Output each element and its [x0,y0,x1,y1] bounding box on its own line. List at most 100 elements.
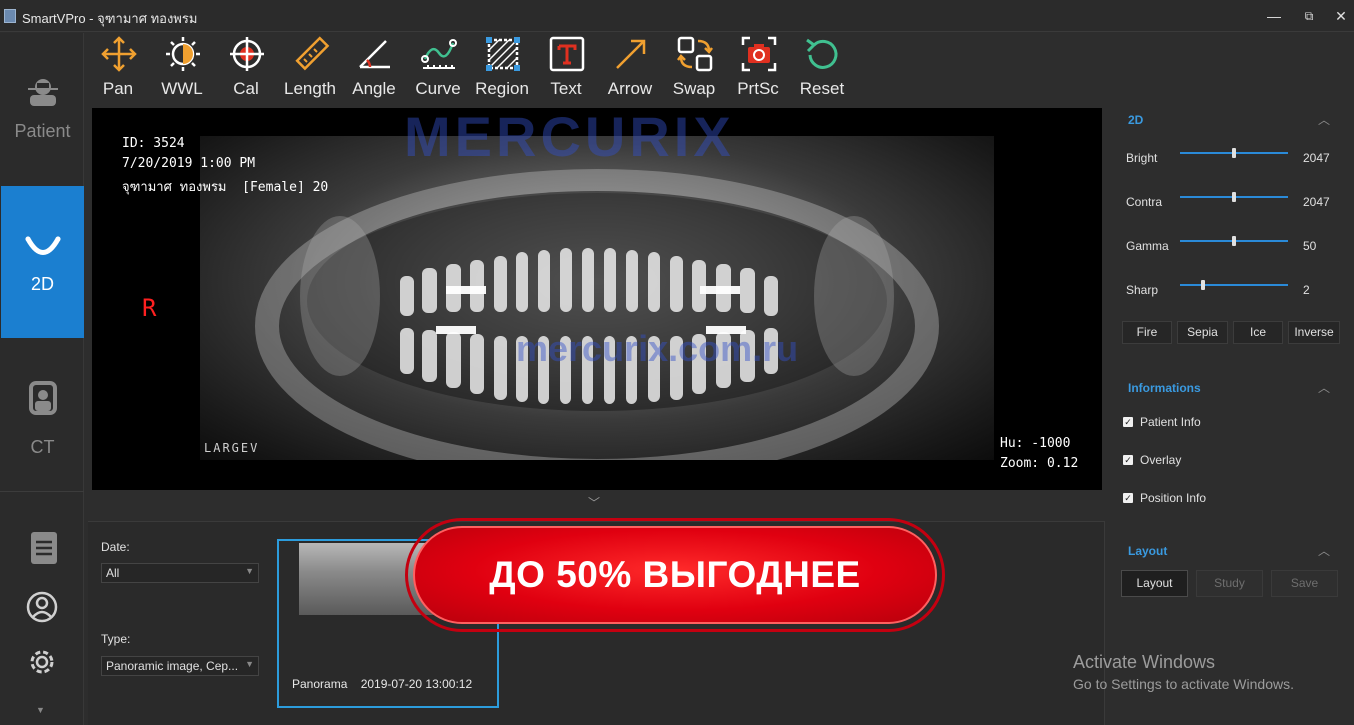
user-account-icon[interactable] [25,590,59,624]
swap-icon [677,36,713,72]
chevron-up-icon[interactable]: ︿ [1318,379,1330,396]
sharp-slider[interactable] [1180,280,1288,290]
orientation-marker: R [142,294,157,322]
type-filter-select[interactable]: Panoramic image, Cep... ▼ [101,656,259,676]
device-brand-mark: LARGEV [204,441,260,455]
screenshot-icon [741,36,777,72]
patient-info-checkbox[interactable]: ✓ [1123,417,1133,427]
curve-icon [421,39,457,69]
left-navigation: Patient 2D CT ▼ [0,33,84,725]
tool-curve[interactable]: Curve [408,33,468,103]
restore-button[interactable]: ⧉ [1298,6,1320,26]
tool-region[interactable]: Region [472,33,532,103]
slider-label-sharp: Sharp [1126,283,1159,297]
position-info-label: Position Info [1140,491,1207,505]
wwl-icon [166,37,200,71]
tool-swap[interactable]: Swap [664,33,724,103]
hu-readout: Hu: -1000 [1000,436,1071,451]
promo-text: ДО 50% ВЫГОДНЕЕ [489,554,861,595]
nav-item-ct[interactable]: CT [1,339,84,491]
window-title: SmartVPro - จุฑามาศ ทองพรม [22,11,198,26]
ruler-icon [295,36,330,71]
scroll-down-icon[interactable]: ▼ [36,705,45,715]
chevron-up-icon[interactable]: ︿ [1318,111,1330,128]
dropdown-arrow-icon: ▼ [245,566,254,576]
toolbar: Pan WWL Cal Length Angle Curve Region Te… [92,33,1102,105]
tool-wwl[interactable]: WWL [152,33,212,103]
arrow-icon [616,39,646,69]
pan-icon [101,36,137,72]
ice-filter-button[interactable]: Ice [1233,321,1283,344]
patient-id-overlay: ID: 3524 [122,136,185,151]
promo-banner-body: ДО 50% ВЫГОДНЕЕ [413,526,937,624]
tool-angle[interactable]: Angle [344,33,404,103]
nav-item-patient[interactable]: Patient [1,33,84,185]
type-filter-value: Panoramic image, Cep... [106,659,239,673]
patient-name-overlay: จุฑามาศ ทองพรม [Female] 20 [122,180,329,195]
thumbnail-caption: Panorama 2019-07-20 13:00:12 [292,677,473,691]
layout-button[interactable]: Layout [1121,570,1188,597]
tool-cal[interactable]: Cal [216,33,276,103]
slider-value-bright: 2047 [1303,151,1330,165]
slider-value-gamma: 50 [1303,239,1317,253]
ct-scanner-icon [29,381,57,415]
save-button[interactable]: Save [1271,570,1338,597]
slider-knob[interactable] [1232,148,1236,158]
text-icon [549,36,585,72]
tool-arrow[interactable]: Arrow [600,33,660,103]
study-button[interactable]: Study [1196,570,1263,597]
nav-label-2d: 2D [30,274,54,294]
overlay-checkbox[interactable]: ✓ [1123,455,1133,465]
chevron-down-icon[interactable]: ﹀ [588,494,600,511]
slider-knob[interactable] [1232,192,1236,202]
calibrate-icon [230,37,264,71]
fire-filter-button[interactable]: Fire [1122,321,1172,344]
slider-knob[interactable] [1200,280,1205,290]
nav-item-report[interactable] [1,503,84,593]
contrast-slider[interactable] [1180,192,1288,202]
app-logo-icon [4,9,16,23]
tool-length[interactable]: Length [280,33,340,103]
date-filter-select[interactable]: All ▼ [101,563,259,583]
tool-pan[interactable]: Pan [88,33,148,103]
image-viewer[interactable]: LARGEV MERCURIX mercurix.com.ru ID: 3524… [92,108,1102,490]
dropdown-arrow-icon: ▼ [245,659,254,669]
section-title-layout: Layout [1128,544,1168,558]
minimize-button[interactable]: — [1263,6,1285,26]
title-bar: SmartVPro - จุฑามาศ ทองพรม — ⧉ ✕ [0,0,1354,32]
mercurix-watermark-url: mercurix.com.ru [516,328,799,369]
sepia-filter-button[interactable]: Sepia [1177,321,1228,344]
close-button[interactable]: ✕ [1330,6,1352,26]
inverse-filter-button[interactable]: Inverse [1288,321,1340,344]
position-info-checkbox[interactable]: ✓ [1123,493,1133,503]
smartvpro-window: SmartVPro - จุฑามาศ ทองพรม — ⧉ ✕ Patient… [0,0,1354,725]
slider-knob[interactable] [1232,236,1236,246]
slider-value-sharp: 2 [1303,283,1310,297]
chevron-up-icon[interactable]: ︿ [1318,542,1330,559]
patient-info-label: Patient Info [1140,415,1201,429]
angle-icon [359,40,390,69]
slider-label-contra: Contra [1126,195,1163,209]
bright-slider[interactable] [1180,148,1288,158]
patient-icon [28,79,58,106]
nav-divider [0,491,84,492]
gamma-slider[interactable] [1180,236,1288,246]
type-filter-label: Type: [101,632,131,646]
slider-value-contra: 2047 [1303,195,1330,209]
settings-gear-icon[interactable] [26,646,58,678]
right-settings-panel: 2D ︿ Bright 2047 Contra 2047 Gamma 50 Sh… [1110,105,1354,725]
tool-reset[interactable]: Reset [792,33,852,103]
zoom-readout: Zoom: 0.12 [1000,456,1079,471]
overlay-label: Overlay [1140,453,1182,467]
tool-text[interactable]: Text [536,33,596,103]
tool-prtsc[interactable]: PrtSc [728,33,788,103]
nav-label-ct: CT [30,437,55,457]
study-datetime-overlay: 7/20/2019 1:00 PM [122,156,256,171]
region-icon [486,37,520,71]
nav-label-patient: Patient [14,121,71,141]
date-filter-label: Date: [101,540,130,554]
section-title-2d: 2D [1128,113,1144,127]
tool-label: Reset [799,79,845,98]
slider-label-bright: Bright [1126,151,1158,165]
nav-item-2d[interactable]: 2D [1,186,84,338]
